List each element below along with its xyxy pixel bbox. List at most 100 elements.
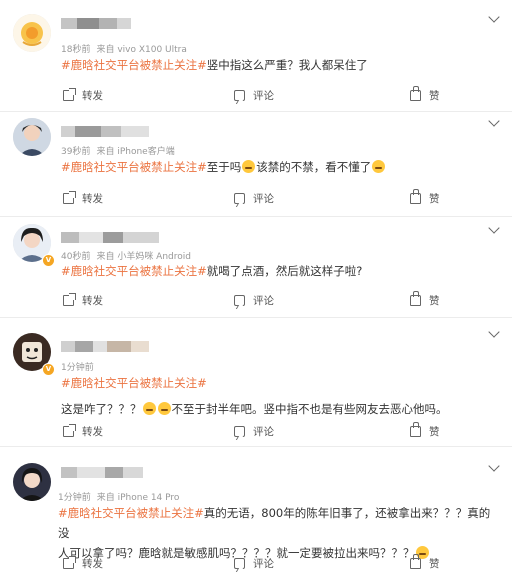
action-bar: 转发 评论 赞 — [0, 422, 512, 440]
share-icon — [63, 88, 76, 101]
post-source: 来自 iPhone 14 Pro — [96, 493, 180, 503]
comment-label: 评论 — [253, 558, 274, 570]
action-bar: 转发 评论 赞 — [0, 86, 512, 104]
action-bar: 转发 评论 赞 — [0, 189, 512, 207]
username-redacted[interactable] — [61, 341, 149, 352]
comment-button[interactable]: 评论 — [234, 424, 274, 439]
share-label: 转发 — [82, 426, 103, 438]
username-redacted[interactable] — [61, 18, 131, 29]
comment-button[interactable]: 评论 — [234, 293, 274, 308]
comment-label: 评论 — [253, 295, 274, 307]
like-label: 赞 — [429, 558, 440, 570]
avatar[interactable] — [13, 463, 51, 501]
post-source: 来自 vivo X100 Ultra — [96, 45, 187, 55]
chevron-down-icon[interactable] — [488, 326, 500, 338]
action-bar: 转发 评论 赞 — [0, 554, 512, 572]
like-button[interactable]: 赞 — [410, 422, 440, 439]
post-meta: 1分钟前 来自 iPhone 14 Pro — [58, 490, 179, 503]
topic-tag[interactable]: #鹿晗社交平台被禁止关注# — [61, 58, 207, 72]
comment-button[interactable]: 评论 — [234, 88, 274, 103]
like-button[interactable]: 赞 — [410, 86, 440, 103]
post-time: 1分钟前 — [58, 493, 91, 503]
comment-text: #鹿晗社交平台被禁止关注# 这是咋了？？？ 不至于封半年吧。竖中指不也是有些网友去… — [61, 373, 496, 419]
verified-badge-icon: V — [42, 254, 55, 267]
post-source: 来自 iPhone客户端 — [96, 147, 175, 157]
topic-tag[interactable]: #鹿晗社交平台被禁止关注# — [61, 264, 207, 278]
share-button[interactable]: 转发 — [63, 293, 103, 308]
post-time: 39秒前 — [61, 147, 91, 157]
like-icon — [410, 291, 421, 306]
comment-body: 至于吗 — [206, 160, 242, 174]
comment-icon — [234, 558, 245, 569]
share-button[interactable]: 转发 — [63, 88, 103, 103]
comment-text: #鹿晗社交平台被禁止关注#真的无语，800年的陈年旧事了，还被拿出来？？？真的没… — [58, 503, 496, 563]
username-redacted[interactable] — [61, 232, 159, 243]
comment-button[interactable]: 评论 — [234, 556, 274, 571]
like-button[interactable]: 赞 — [410, 554, 440, 571]
comment-body-cont: 不至于封半年吧。竖中指不也是有些网友去恶心他吗。 — [171, 402, 448, 416]
comment-icon — [234, 295, 245, 306]
like-button[interactable]: 赞 — [410, 291, 440, 308]
chevron-down-icon[interactable] — [488, 115, 500, 127]
comment-body-cont: 该禁的不禁，看不懂了 — [256, 160, 372, 174]
post-meta: 18秒前 来自 vivo X100 Ultra — [61, 42, 187, 55]
avatar[interactable] — [13, 118, 51, 156]
emoji-icon — [142, 402, 156, 415]
comment-label: 评论 — [253, 90, 274, 102]
comment-icon — [234, 426, 245, 437]
share-icon — [63, 191, 76, 204]
like-label: 赞 — [429, 193, 440, 205]
like-label: 赞 — [429, 90, 440, 102]
username-redacted[interactable] — [61, 126, 149, 137]
comment-item: 1分钟前 来自 iPhone 14 Pro #鹿晗社交平台被禁止关注#真的无语，8… — [0, 446, 512, 578]
comment-label: 评论 — [253, 426, 274, 438]
avatar[interactable] — [13, 14, 51, 52]
like-icon — [410, 86, 421, 101]
chevron-down-icon[interactable] — [488, 11, 500, 23]
like-label: 赞 — [429, 426, 440, 438]
topic-tag[interactable]: #鹿晗社交平台被禁止关注# — [61, 373, 496, 393]
share-button[interactable]: 转发 — [63, 424, 103, 439]
like-icon — [410, 189, 421, 204]
share-icon — [63, 424, 76, 437]
comment-text: #鹿晗社交平台被禁止关注#至于吗 该禁的不禁，看不懂了 — [61, 157, 496, 177]
post-meta: 1分钟前 — [61, 360, 94, 373]
share-label: 转发 — [82, 193, 103, 205]
like-icon — [410, 554, 421, 569]
like-button[interactable]: 赞 — [410, 189, 440, 206]
comment-item: 39秒前 来自 iPhone客户端 #鹿晗社交平台被禁止关注#至于吗 该禁的不禁，看… — [0, 111, 512, 217]
post-time: 1分钟前 — [61, 363, 94, 373]
share-label: 转发 — [82, 90, 103, 102]
topic-tag[interactable]: #鹿晗社交平台被禁止关注# — [61, 160, 207, 174]
comment-body: 就喝了点酒，然后就这样子啦? — [206, 264, 363, 278]
username-redacted[interactable] — [61, 467, 143, 478]
verified-badge-icon: V — [42, 363, 55, 376]
comment-body: 这是咋了？？？ — [61, 402, 142, 416]
topic-tag[interactable]: #鹿晗社交平台被禁止关注# — [58, 506, 204, 520]
comment-button[interactable]: 评论 — [234, 191, 274, 206]
share-label: 转发 — [82, 295, 103, 307]
chevron-down-icon[interactable] — [488, 222, 500, 234]
share-button[interactable]: 转发 — [63, 191, 103, 206]
share-icon — [63, 293, 76, 306]
post-meta: 39秒前 来自 iPhone客户端 — [61, 144, 175, 157]
comment-item: V 40秒前 来自 小羊妈咪 Android #鹿晗社交平台被禁止关注#就喝了点酒… — [0, 216, 512, 318]
comment-body: 竖中指这么严重？我人都呆住了 — [206, 58, 368, 72]
emoji-icon — [242, 160, 256, 173]
emoji-icon — [372, 160, 386, 173]
like-label: 赞 — [429, 295, 440, 307]
comment-item: 18秒前 来自 vivo X100 Ultra #鹿晗社交平台被禁止关注#竖中指这… — [0, 0, 512, 112]
emoji-icon — [157, 402, 171, 415]
share-icon — [63, 556, 76, 569]
post-time: 18秒前 — [61, 45, 91, 55]
share-button[interactable]: 转发 — [63, 556, 103, 571]
comment-feed: 18秒前 来自 vivo X100 Ultra #鹿晗社交平台被禁止关注#竖中指这… — [0, 0, 512, 578]
chevron-down-icon[interactable] — [488, 460, 500, 472]
like-icon — [410, 422, 421, 437]
comment-text: #鹿晗社交平台被禁止关注#竖中指这么严重？我人都呆住了 — [61, 55, 496, 75]
action-bar: 转发 评论 赞 — [0, 291, 512, 309]
comment-text: #鹿晗社交平台被禁止关注#就喝了点酒，然后就这样子啦? — [61, 261, 496, 281]
comment-icon — [234, 193, 245, 204]
share-label: 转发 — [82, 558, 103, 570]
comment-icon — [234, 90, 245, 101]
